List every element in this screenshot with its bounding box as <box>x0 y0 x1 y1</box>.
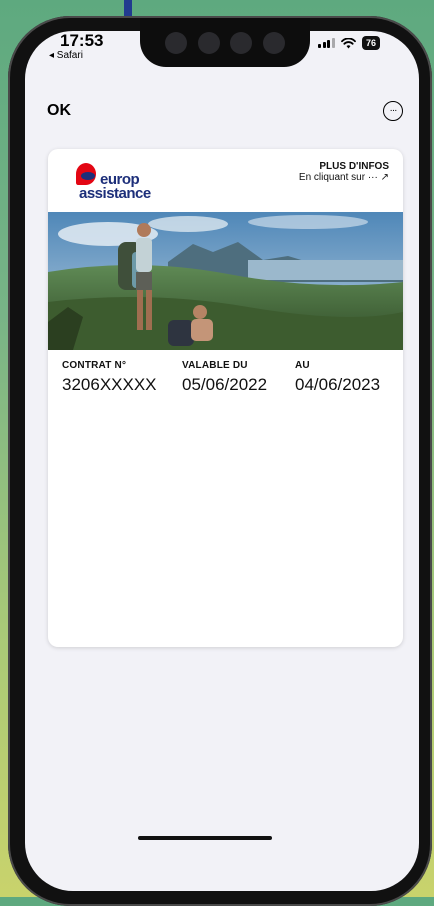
field-value: 3206XXXXX <box>62 375 157 394</box>
contract-number-field: CONTRAT N° 3206XXXXX <box>62 360 157 395</box>
field-value: 04/06/2023 <box>295 375 381 394</box>
field-label: CONTRAT N° <box>62 360 127 371</box>
valid-to-field: AU 04/06/2023 <box>295 360 380 395</box>
field-value: 05/06/2022 <box>182 375 268 394</box>
sensor-icon <box>197 31 220 54</box>
pass-card[interactable]: europ assistance PLUS D'INFOS En cliquan… <box>48 149 403 647</box>
camera-icon <box>164 31 187 54</box>
logo-mark-icon <box>76 163 96 185</box>
ellipsis-icon: ··· <box>389 105 398 116</box>
back-to-safari-link[interactable]: ◂ Safari <box>49 50 83 61</box>
status-icons: 76 <box>318 36 380 50</box>
wifi-icon <box>341 37 356 48</box>
more-options-button[interactable]: ··· <box>383 101 403 121</box>
cellular-signal-icon <box>318 38 335 48</box>
ok-button[interactable]: OK <box>47 102 71 120</box>
dynamic-island <box>140 18 310 67</box>
background-accent-bar <box>124 0 132 16</box>
field-label: VALABLE DU <box>182 360 248 371</box>
field-label: AU <box>295 360 310 371</box>
valid-from-field: VALABLE DU 05/06/2022 <box>182 360 267 395</box>
battery-icon: 76 <box>361 36 380 50</box>
sensor-icon <box>230 31 253 54</box>
home-indicator[interactable] <box>138 836 272 840</box>
logo-text-line2: assistance <box>79 185 151 202</box>
hero-landscape-image <box>48 212 403 350</box>
info-title: PLUS D'INFOS <box>319 161 389 172</box>
info-subtitle: En cliquant sur ··· ↗ <box>298 172 389 183</box>
sensor-icon <box>263 31 286 54</box>
status-time: 17:53 <box>60 31 104 50</box>
europ-assistance-logo: europ assistance <box>76 163 166 203</box>
